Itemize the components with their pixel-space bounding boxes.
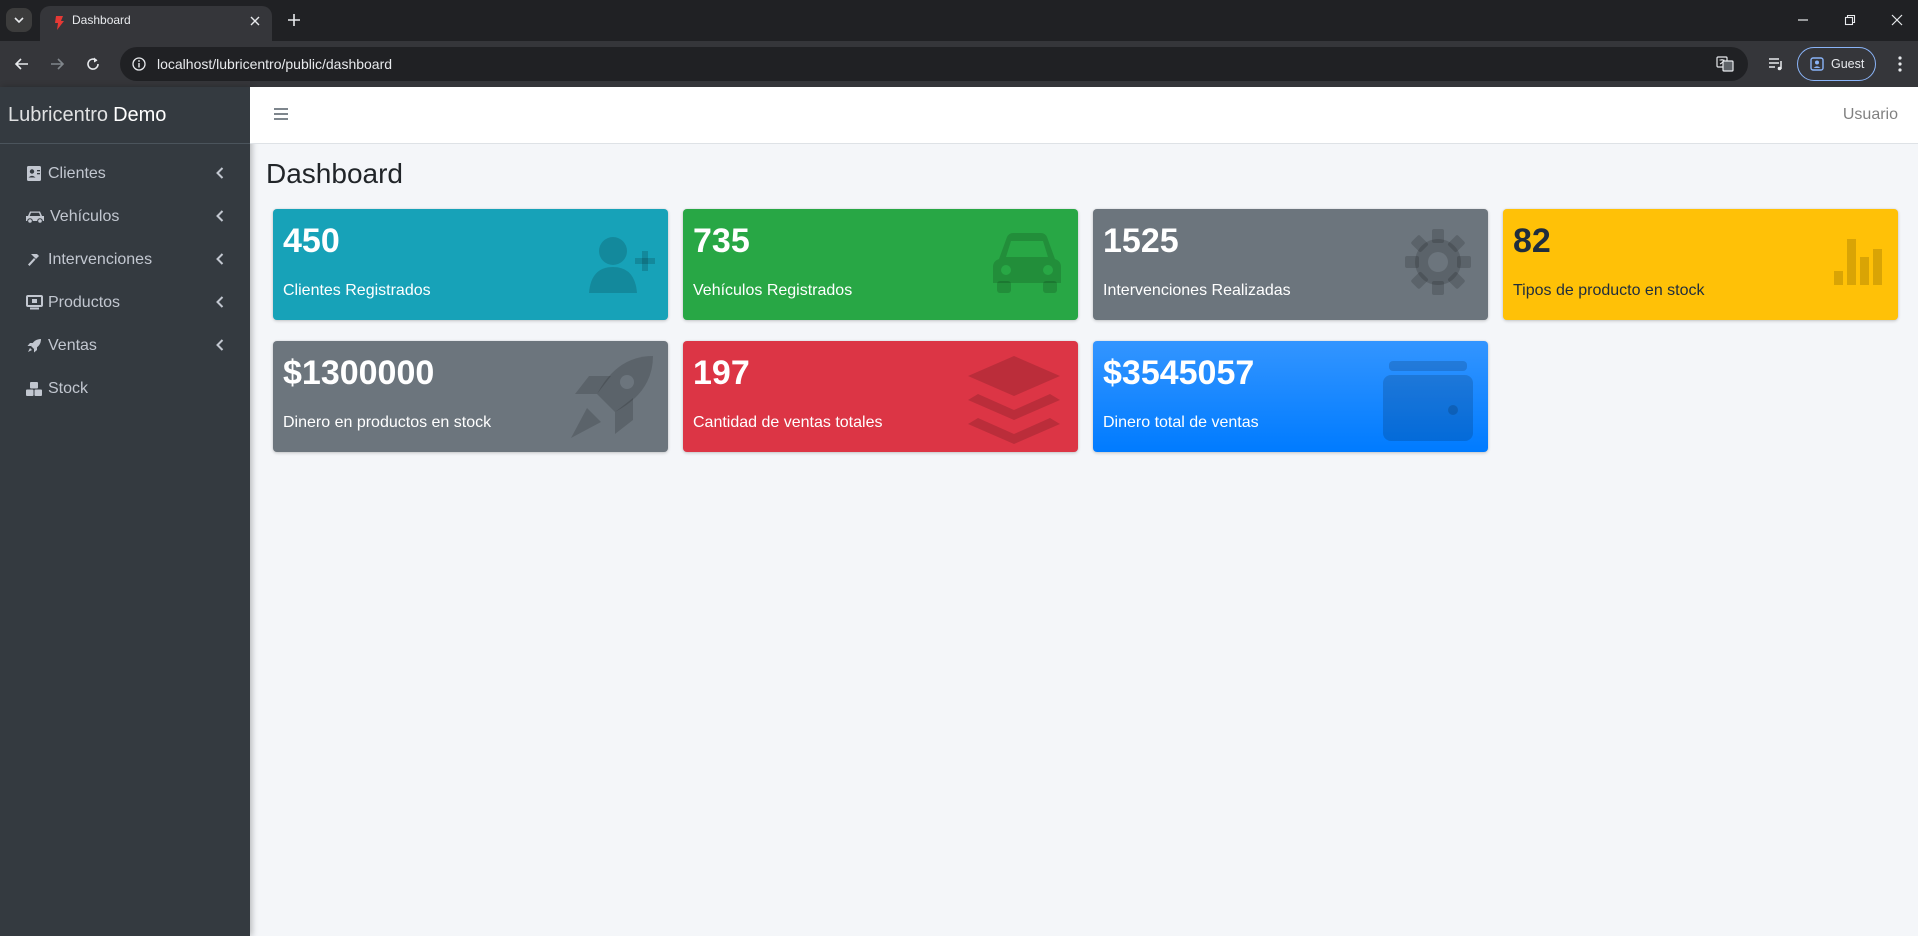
address-card-icon — [25, 165, 43, 183]
brand-link[interactable]: Lubricentro Demo — [0, 87, 250, 144]
dinero-productos-stock-card[interactable]: $1300000 Dinero en productos en stock — [273, 341, 668, 452]
card-value: 197 — [693, 354, 750, 392]
card-label: Dinero total de ventas — [1103, 414, 1259, 431]
card-value: 450 — [283, 222, 340, 260]
boxes-icon — [25, 380, 43, 398]
card-label: Clientes Registrados — [283, 282, 431, 299]
card-value: 735 — [693, 222, 750, 260]
chevron-left-icon — [216, 296, 224, 308]
browser-toolbar: localhost/lubricentro/public/dashboard G… — [0, 41, 1918, 87]
rocket-icon — [571, 356, 653, 438]
profile-button[interactable]: Guest — [1797, 47, 1876, 81]
card-label: Tipos de producto en stock — [1513, 282, 1705, 299]
reload-icon — [87, 57, 99, 70]
minimize-icon — [1798, 19, 1808, 21]
sidebar-item-stock[interactable]: Stock — [0, 367, 250, 410]
url-text: localhost/lubricentro/public/dashboard — [157, 56, 393, 72]
guest-profile-icon — [1810, 57, 1824, 71]
chevron-left-icon — [216, 339, 224, 351]
close-tab-icon[interactable] — [246, 12, 264, 30]
cantidad-ventas-card[interactable]: 197 Cantidad de ventas totales — [683, 341, 1078, 452]
sidebar-item-label: Intervenciones — [48, 250, 153, 268]
reading-list-button[interactable] — [1764, 52, 1788, 76]
user-plus-icon — [589, 237, 655, 293]
sidebar-item-label: Vehículos — [50, 207, 120, 225]
sidebar-item-productos[interactable]: Productos — [0, 281, 250, 324]
back-button[interactable] — [10, 52, 34, 76]
chevron-left-icon — [216, 253, 224, 265]
translate-icon[interactable] — [1714, 54, 1736, 74]
reload-button[interactable] — [81, 52, 105, 76]
wallet-icon — [1383, 361, 1473, 441]
chevron-left-icon — [216, 167, 224, 179]
card-value: $1300000 — [283, 354, 435, 392]
laptop-icon — [25, 294, 43, 312]
brand-name: Lubricentro — [8, 103, 109, 126]
tipos-producto-stock-card[interactable]: 82 Tipos de producto en stock — [1503, 209, 1898, 320]
gear-icon — [1405, 229, 1471, 295]
close-window-button[interactable] — [1884, 8, 1910, 32]
rocket-icon — [25, 337, 43, 355]
page-title: Dashboard — [266, 158, 403, 189]
hamburger-menu-icon[interactable] — [272, 105, 290, 123]
minimize-button[interactable] — [1790, 8, 1816, 32]
chevron-down-icon — [14, 17, 24, 24]
restore-icon — [1844, 14, 1856, 26]
card-label: Cantidad de ventas totales — [693, 414, 883, 431]
main-sidebar: Lubricentro Demo Clientes Vehículos Inte… — [0, 87, 250, 936]
browser-tabbar: Dashboard — [0, 0, 1918, 41]
main-header: Usuario — [250, 87, 1918, 144]
sidebar-item-label: Stock — [48, 379, 89, 397]
profile-label: Guest — [1831, 57, 1865, 71]
card-value: $3545057 — [1103, 354, 1255, 392]
intervenciones-realizadas-card[interactable]: 1525 Intervenciones Realizadas — [1093, 209, 1488, 320]
media-queue-icon — [1769, 58, 1782, 71]
car-icon — [993, 233, 1061, 293]
restore-button[interactable] — [1837, 8, 1863, 32]
user-menu-link[interactable]: Usuario — [1843, 106, 1898, 124]
address-bar[interactable]: localhost/lubricentro/public/dashboard — [120, 47, 1748, 81]
car-icon — [25, 208, 45, 226]
kebab-menu-icon — [1898, 56, 1902, 72]
card-label: Vehículos Registrados — [693, 282, 853, 299]
arrow-left-icon — [14, 58, 28, 70]
sidebar-item-label: Clientes — [48, 164, 106, 182]
tab-title: Dashboard — [72, 13, 131, 27]
close-icon — [1891, 14, 1903, 26]
plus-icon — [288, 14, 300, 26]
site-info-icon[interactable] — [130, 55, 148, 73]
arrow-right-icon — [51, 58, 65, 70]
dinero-total-ventas-card[interactable]: $3545057 Dinero total de ventas — [1093, 341, 1488, 452]
card-value: 82 — [1513, 222, 1551, 260]
sidebar-item-clientes[interactable]: Clientes — [0, 152, 250, 195]
browser-tab[interactable]: Dashboard — [40, 6, 272, 41]
card-label: Dinero en productos en stock — [283, 414, 492, 431]
card-value: 1525 — [1103, 222, 1179, 260]
layers-icon — [968, 356, 1060, 444]
new-tab-button[interactable] — [284, 10, 304, 30]
bar-chart-icon — [1834, 239, 1882, 285]
forward-button[interactable] — [45, 52, 69, 76]
sidebar-item-label: Ventas — [48, 336, 97, 354]
tab-search-button[interactable] — [6, 8, 32, 32]
sidebar-item-label: Productos — [48, 293, 121, 311]
laravel-favicon-icon — [55, 16, 64, 30]
chevron-left-icon — [216, 210, 224, 222]
brand-suffix: Demo — [113, 103, 167, 126]
sidebar-item-intervenciones[interactable]: Intervenciones — [0, 238, 250, 281]
browser-menu-button[interactable] — [1888, 52, 1912, 76]
clientes-registrados-card[interactable]: 450 Clientes Registrados — [273, 209, 668, 320]
sidebar-item-ventas[interactable]: Ventas — [0, 324, 250, 367]
vehiculos-registrados-card[interactable]: 735 Vehículos Registrados — [683, 209, 1078, 320]
card-label: Intervenciones Realizadas — [1103, 282, 1291, 299]
sidebar-item-vehiculos[interactable]: Vehículos — [0, 195, 250, 238]
sidebar-nav: Clientes Vehículos Intervenciones Produc… — [0, 144, 250, 410]
hammer-icon — [25, 251, 43, 269]
